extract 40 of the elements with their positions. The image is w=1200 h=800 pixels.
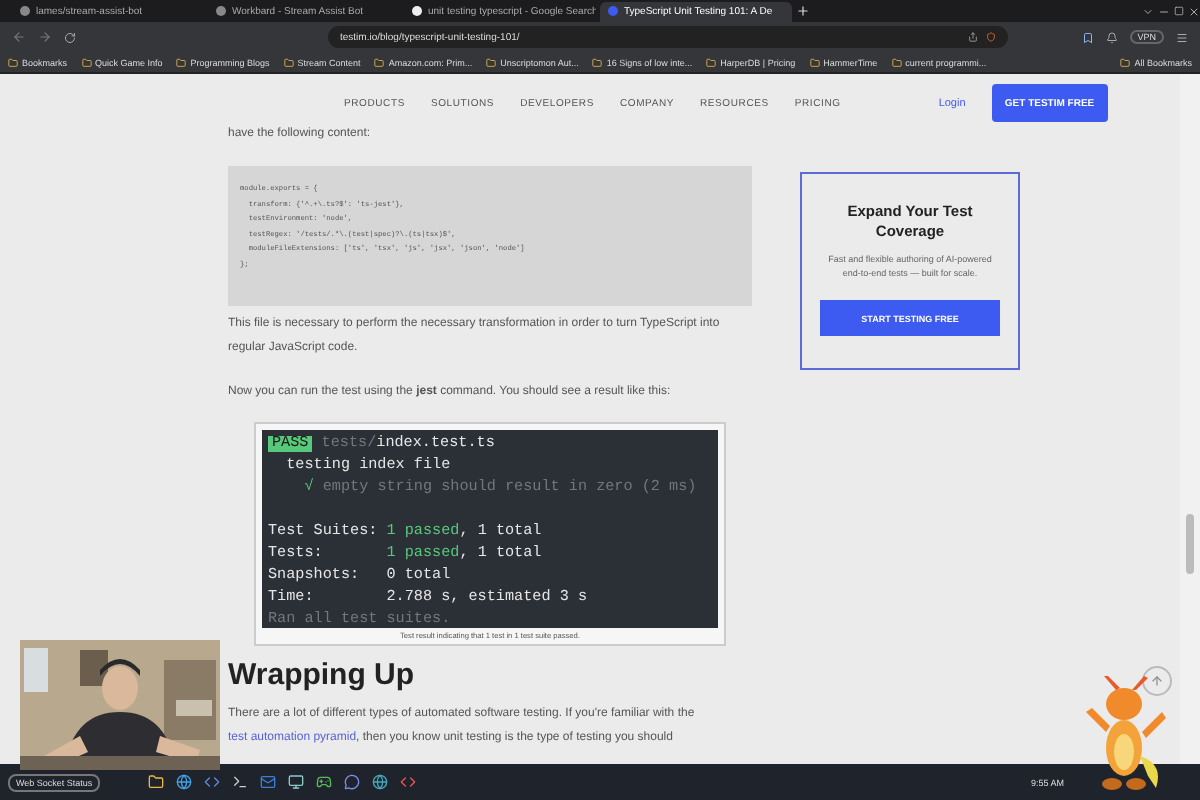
- folder-icon: [1120, 57, 1131, 67]
- folder-icon: [486, 57, 497, 67]
- back-icon[interactable]: [12, 30, 26, 44]
- close-icon[interactable]: [1188, 5, 1200, 17]
- shield-icon[interactable]: [986, 32, 996, 42]
- folder-icon: [283, 57, 294, 67]
- folder-icon: [176, 57, 187, 67]
- new-tab-icon[interactable]: [796, 4, 810, 18]
- app-icon[interactable]: [288, 774, 305, 790]
- maximize-icon[interactable]: [1174, 6, 1184, 16]
- minimize-icon[interactable]: [1158, 5, 1170, 17]
- chevron-down-icon[interactable]: [1142, 5, 1154, 17]
- scrollbar[interactable]: [1180, 74, 1200, 764]
- share-icon[interactable]: [968, 32, 978, 42]
- app-icon[interactable]: [372, 774, 389, 790]
- forward-icon[interactable]: [38, 30, 52, 44]
- folder-icon: [374, 57, 385, 67]
- app-icon[interactable]: [344, 774, 361, 790]
- folder-icon: [706, 57, 717, 67]
- app-icon[interactable]: [148, 774, 165, 790]
- app-icon[interactable]: [176, 774, 193, 790]
- app-icon[interactable]: [400, 774, 417, 790]
- reload-icon[interactable]: [64, 31, 76, 43]
- app-icon[interactable]: [316, 774, 333, 790]
- folder-icon: [592, 57, 603, 67]
- folder-icon: [8, 57, 18, 67]
- folder-icon: [809, 57, 820, 67]
- tab-favicon: [412, 6, 422, 16]
- folder-icon: [891, 57, 902, 67]
- app-icon[interactable]: [232, 774, 249, 790]
- bell-icon[interactable]: [1105, 31, 1118, 43]
- tab-favicon: [608, 6, 618, 16]
- arrow-up-icon: [1150, 674, 1164, 688]
- tab-favicon: [20, 6, 30, 16]
- folder-icon: [81, 57, 92, 67]
- tab-favicon: [216, 6, 226, 16]
- section-heading: Wrapping Up: [228, 658, 417, 694]
- menu-icon[interactable]: [1176, 31, 1188, 43]
- app-icon[interactable]: [204, 774, 221, 790]
- bookmark-icon[interactable]: [1081, 31, 1094, 43]
